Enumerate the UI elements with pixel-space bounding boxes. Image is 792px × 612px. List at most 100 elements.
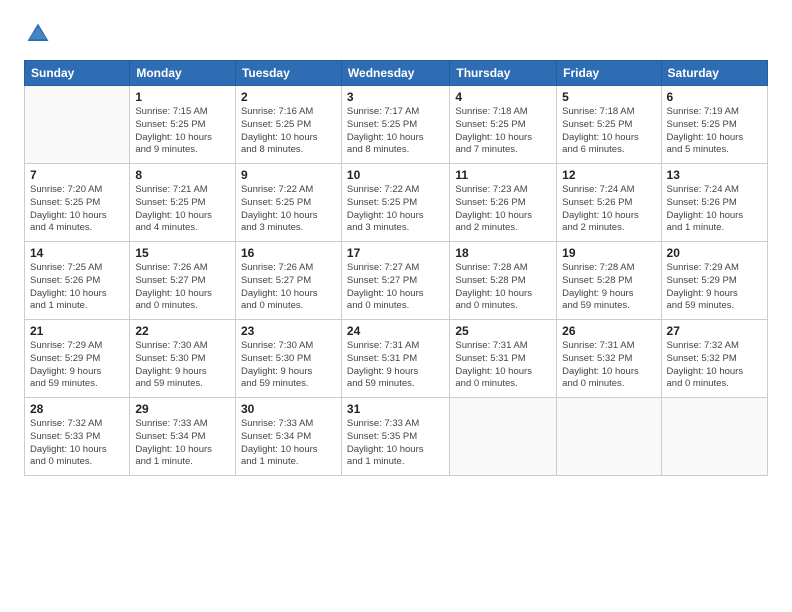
weekday-friday: Friday (557, 61, 661, 86)
day-number: 18 (455, 246, 551, 260)
day-number: 12 (562, 168, 655, 182)
weekday-monday: Monday (130, 61, 236, 86)
day-info: Sunrise: 7:18 AM Sunset: 5:25 PM Dayligh… (455, 106, 551, 157)
day-cell: 25 Sunrise: 7:31 AM Sunset: 5:31 PM Dayli… (450, 320, 557, 398)
week-row-3: 14 Sunrise: 7:25 AM Sunset: 5:26 PM Dayli… (25, 242, 768, 320)
day-cell: 30 Sunrise: 7:33 AM Sunset: 5:34 PM Dayli… (235, 398, 341, 476)
day-cell: 24Sunrise: 7:31 AM Sunset: 5:31 PM Dayli… (341, 320, 449, 398)
day-cell: 13Sunrise: 7:24 AM Sunset: 5:26 PM Dayli… (661, 164, 767, 242)
day-cell: 2 Sunrise: 7:16 AM Sunset: 5:25 PM Daylig… (235, 86, 341, 164)
day-number: 31 (347, 402, 444, 416)
weekday-wednesday: Wednesday (341, 61, 449, 86)
day-number: 17 (347, 246, 444, 260)
logo (24, 20, 56, 48)
day-info: Sunrise: 7:18 AM Sunset: 5:25 PM Dayligh… (562, 106, 655, 157)
day-number: 27 (667, 324, 762, 338)
day-number: 28 (30, 402, 124, 416)
day-cell: 5 Sunrise: 7:18 AM Sunset: 5:25 PM Daylig… (557, 86, 661, 164)
day-cell: 6Sunrise: 7:19 AM Sunset: 5:25 PM Daylig… (661, 86, 767, 164)
day-cell: 1 Sunrise: 7:15 AM Sunset: 5:25 PM Daylig… (130, 86, 236, 164)
day-info: Sunrise: 7:27 AM Sunset: 5:27 PM Dayligh… (347, 262, 444, 313)
day-info: Sunrise: 7:33 AM Sunset: 5:35 PM Dayligh… (347, 418, 444, 469)
calendar: SundayMondayTuesdayWednesdayThursdayFrid… (24, 60, 768, 476)
day-cell: 9Sunrise: 7:22 AM Sunset: 5:25 PM Daylig… (235, 164, 341, 242)
day-cell: 27 Sunrise: 7:32 AM Sunset: 5:32 PM Dayli… (661, 320, 767, 398)
day-number: 23 (241, 324, 336, 338)
day-cell: 21 Sunrise: 7:29 AM Sunset: 5:29 PM Dayli… (25, 320, 130, 398)
weekday-header-row: SundayMondayTuesdayWednesdayThursdayFrid… (25, 61, 768, 86)
day-number: 15 (135, 246, 230, 260)
day-cell (25, 86, 130, 164)
day-number: 1 (135, 90, 230, 104)
day-number: 24 (347, 324, 444, 338)
day-number: 19 (562, 246, 655, 260)
day-number: 14 (30, 246, 124, 260)
day-info: Sunrise: 7:23 AM Sunset: 5:26 PM Dayligh… (455, 184, 551, 235)
day-cell: 18 Sunrise: 7:28 AM Sunset: 5:28 PM Dayli… (450, 242, 557, 320)
day-info: Sunrise: 7:32 AM Sunset: 5:32 PM Dayligh… (667, 340, 762, 391)
weekday-saturday: Saturday (661, 61, 767, 86)
day-number: 21 (30, 324, 124, 338)
day-info: Sunrise: 7:26 AM Sunset: 5:27 PM Dayligh… (135, 262, 230, 313)
day-number: 25 (455, 324, 551, 338)
day-number: 4 (455, 90, 551, 104)
day-number: 11 (455, 168, 551, 182)
day-cell: 4 Sunrise: 7:18 AM Sunset: 5:25 PM Daylig… (450, 86, 557, 164)
day-info: Sunrise: 7:24 AM Sunset: 5:26 PM Dayligh… (562, 184, 655, 235)
weekday-sunday: Sunday (25, 61, 130, 86)
day-info: Sunrise: 7:26 AM Sunset: 5:27 PM Dayligh… (241, 262, 336, 313)
logo-icon (24, 20, 52, 48)
day-cell: 28 Sunrise: 7:32 AM Sunset: 5:33 PM Dayli… (25, 398, 130, 476)
day-info: Sunrise: 7:32 AM Sunset: 5:33 PM Dayligh… (30, 418, 124, 469)
day-number: 2 (241, 90, 336, 104)
day-cell: 23 Sunrise: 7:30 AM Sunset: 5:30 PM Dayli… (235, 320, 341, 398)
day-cell: 31 Sunrise: 7:33 AM Sunset: 5:35 PM Dayli… (341, 398, 449, 476)
day-number: 22 (135, 324, 230, 338)
day-info: Sunrise: 7:20 AM Sunset: 5:25 PM Dayligh… (30, 184, 124, 235)
day-cell: 26 Sunrise: 7:31 AM Sunset: 5:32 PM Dayli… (557, 320, 661, 398)
day-info: Sunrise: 7:31 AM Sunset: 5:32 PM Dayligh… (562, 340, 655, 391)
day-number: 10 (347, 168, 444, 182)
day-info: Sunrise: 7:31 AM Sunset: 5:31 PM Dayligh… (455, 340, 551, 391)
day-info: Sunrise: 7:30 AM Sunset: 5:30 PM Dayligh… (135, 340, 230, 391)
day-number: 29 (135, 402, 230, 416)
weekday-tuesday: Tuesday (235, 61, 341, 86)
day-info: Sunrise: 7:15 AM Sunset: 5:25 PM Dayligh… (135, 106, 230, 157)
day-cell: 3 Sunrise: 7:17 AM Sunset: 5:25 PM Daylig… (341, 86, 449, 164)
day-info: Sunrise: 7:29 AM Sunset: 5:29 PM Dayligh… (667, 262, 762, 313)
day-info: Sunrise: 7:21 AM Sunset: 5:25 PM Dayligh… (135, 184, 230, 235)
day-info: Sunrise: 7:16 AM Sunset: 5:25 PM Dayligh… (241, 106, 336, 157)
day-info: Sunrise: 7:28 AM Sunset: 5:28 PM Dayligh… (562, 262, 655, 313)
day-number: 3 (347, 90, 444, 104)
day-number: 5 (562, 90, 655, 104)
day-number: 30 (241, 402, 336, 416)
day-cell: 7 Sunrise: 7:20 AM Sunset: 5:25 PM Daylig… (25, 164, 130, 242)
day-info: Sunrise: 7:30 AM Sunset: 5:30 PM Dayligh… (241, 340, 336, 391)
weekday-thursday: Thursday (450, 61, 557, 86)
day-cell (450, 398, 557, 476)
day-info: Sunrise: 7:33 AM Sunset: 5:34 PM Dayligh… (241, 418, 336, 469)
day-info: Sunrise: 7:17 AM Sunset: 5:25 PM Dayligh… (347, 106, 444, 157)
day-number: 7 (30, 168, 124, 182)
day-cell: 14 Sunrise: 7:25 AM Sunset: 5:26 PM Dayli… (25, 242, 130, 320)
day-info: Sunrise: 7:25 AM Sunset: 5:26 PM Dayligh… (30, 262, 124, 313)
day-cell: 8Sunrise: 7:21 AM Sunset: 5:25 PM Daylig… (130, 164, 236, 242)
day-number: 9 (241, 168, 336, 182)
day-cell: 16Sunrise: 7:26 AM Sunset: 5:27 PM Dayli… (235, 242, 341, 320)
day-cell: 11 Sunrise: 7:23 AM Sunset: 5:26 PM Dayli… (450, 164, 557, 242)
week-row-5: 28 Sunrise: 7:32 AM Sunset: 5:33 PM Dayli… (25, 398, 768, 476)
day-cell: 20 Sunrise: 7:29 AM Sunset: 5:29 PM Dayli… (661, 242, 767, 320)
day-number: 13 (667, 168, 762, 182)
day-cell (661, 398, 767, 476)
day-info: Sunrise: 7:29 AM Sunset: 5:29 PM Dayligh… (30, 340, 124, 391)
day-info: Sunrise: 7:19 AM Sunset: 5:25 PM Dayligh… (667, 106, 762, 157)
day-number: 20 (667, 246, 762, 260)
page: SundayMondayTuesdayWednesdayThursdayFrid… (0, 0, 792, 612)
day-cell (557, 398, 661, 476)
day-cell: 19 Sunrise: 7:28 AM Sunset: 5:28 PM Dayli… (557, 242, 661, 320)
week-row-2: 7 Sunrise: 7:20 AM Sunset: 5:25 PM Daylig… (25, 164, 768, 242)
day-info: Sunrise: 7:28 AM Sunset: 5:28 PM Dayligh… (455, 262, 551, 313)
day-cell: 22 Sunrise: 7:30 AM Sunset: 5:30 PM Dayli… (130, 320, 236, 398)
day-info: Sunrise: 7:22 AM Sunset: 5:25 PM Dayligh… (347, 184, 444, 235)
day-number: 26 (562, 324, 655, 338)
